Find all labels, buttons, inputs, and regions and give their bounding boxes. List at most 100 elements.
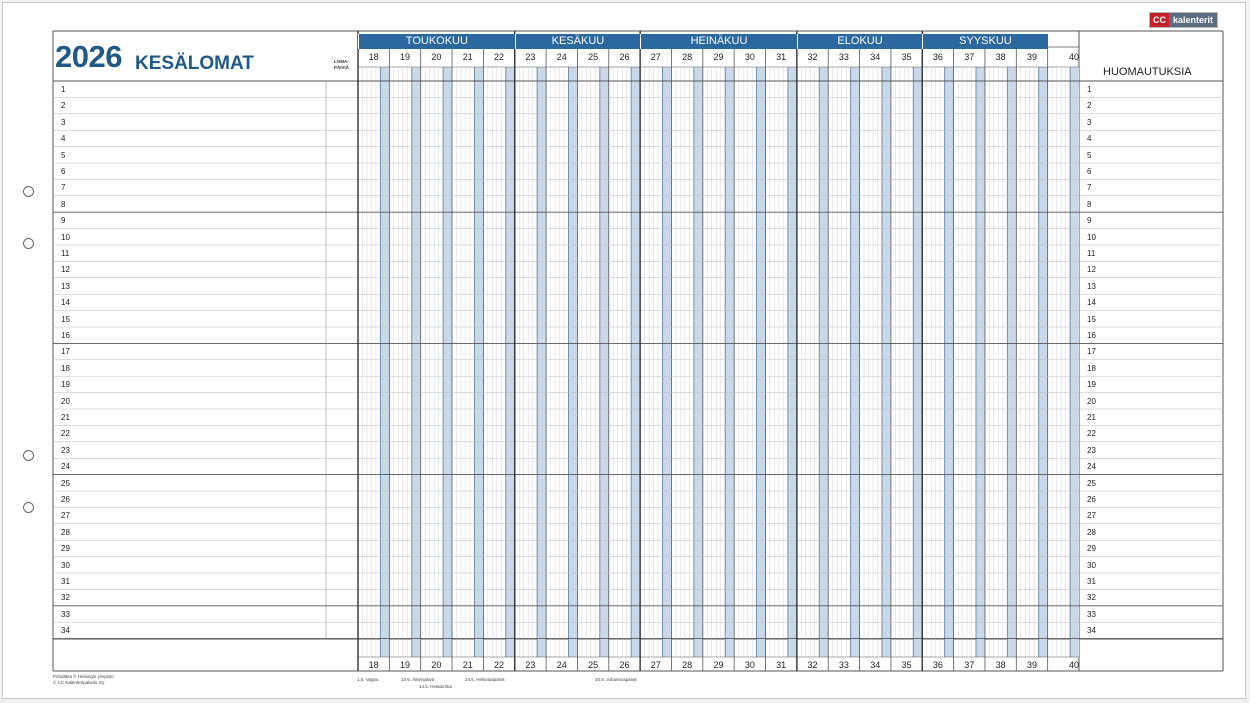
row-number-left: 32 <box>61 593 70 603</box>
row-number-right: 16 <box>1087 331 1096 340</box>
holiday-note: 24.5. Helluntaipäivä <box>465 677 505 682</box>
row-number-right: 19 <box>1087 380 1096 390</box>
week-number: 25 <box>588 660 599 670</box>
label-layer: TOUKOKUU 18 18 19 19 20 20 21 21 22 22 KESÄKUU 23 23 2… <box>3 3 1247 700</box>
week-number: 25 <box>588 52 599 62</box>
week-number: 39 <box>1026 660 1037 670</box>
week-number: 19 <box>400 52 411 62</box>
row-number-left: 33 <box>61 609 70 619</box>
row-number-left: 25 <box>61 478 70 488</box>
week-number: 30 <box>744 52 755 62</box>
week-number: 28 <box>682 660 693 670</box>
row-number-right: 6 <box>1087 167 1092 176</box>
week-number: 23 <box>525 660 536 670</box>
row-number-left: 30 <box>61 560 70 570</box>
row-number-left: 20 <box>61 396 70 406</box>
row-number-left: 28 <box>61 527 70 537</box>
month-header: HEINÄKUU <box>640 34 797 49</box>
row-number-left: 2 <box>61 101 66 111</box>
week-number: 21 <box>462 660 473 670</box>
week-number: 22 <box>494 52 505 62</box>
row-number-left: 8 <box>61 199 66 209</box>
week-number: 39 <box>1026 52 1037 62</box>
row-number-right: 24 <box>1087 462 1096 472</box>
row-number-left: 1 <box>61 85 66 94</box>
week-number: 27 <box>650 660 661 670</box>
week-number: 33 <box>838 52 849 62</box>
row-number-left: 11 <box>61 249 70 258</box>
row-number-left: 9 <box>61 216 66 226</box>
row-number-right: 13 <box>1087 281 1096 291</box>
week-number: 35 <box>901 660 912 670</box>
row-number-left: 14 <box>61 298 70 308</box>
row-number-right: 25 <box>1087 478 1096 488</box>
week-number: 34 <box>870 660 881 670</box>
week-number: 32 <box>807 52 818 62</box>
week-number: 31 <box>776 52 787 62</box>
week-number: 32 <box>807 660 818 670</box>
week-number: 35 <box>901 52 912 62</box>
row-number-right: 30 <box>1087 560 1096 570</box>
week-number: 20 <box>431 52 442 62</box>
week-number: 37 <box>964 52 975 62</box>
holiday-note: 14.5. Helatorstai <box>419 684 452 689</box>
row-number-right: 3 <box>1087 117 1092 127</box>
row-number-right: 5 <box>1087 150 1092 160</box>
row-number-right: 9 <box>1087 216 1092 226</box>
row-number-right: 8 <box>1087 199 1092 209</box>
week-number: 28 <box>682 52 693 62</box>
row-number-right: 22 <box>1087 429 1096 439</box>
row-number-left: 16 <box>61 331 70 340</box>
row-number-left: 3 <box>61 117 66 127</box>
row-number-left: 18 <box>61 363 70 373</box>
week-number: 22 <box>494 660 505 670</box>
week-number: 33 <box>838 660 849 670</box>
week-number: 36 <box>932 52 943 62</box>
month-header: ELOKUU <box>796 34 923 49</box>
row-number-right: 17 <box>1087 347 1096 357</box>
row-number-right: 28 <box>1087 527 1096 537</box>
row-number-left: 34 <box>61 626 70 636</box>
row-number-right: 10 <box>1087 232 1096 242</box>
row-number-left: 23 <box>61 445 70 455</box>
week-number: 29 <box>713 660 724 670</box>
week-number: 30 <box>744 660 755 670</box>
row-number-left: 4 <box>61 134 66 144</box>
row-number-right: 12 <box>1087 265 1096 275</box>
row-number-right: 7 <box>1087 183 1092 193</box>
week-number: 24 <box>556 660 567 670</box>
row-number-right: 26 <box>1087 495 1096 504</box>
week-number: 21 <box>462 52 473 62</box>
row-number-right: 1 <box>1087 85 1092 94</box>
week-number: 24 <box>556 52 567 62</box>
row-number-right: 11 <box>1087 249 1096 258</box>
week-number: 19 <box>400 660 411 670</box>
row-number-left: 5 <box>61 150 66 160</box>
row-number-left: 21 <box>61 413 70 422</box>
month-header: SYYSKUU <box>922 34 1048 49</box>
week-number: 29 <box>713 52 724 62</box>
week-number: 18 <box>368 660 379 670</box>
week-number: 23 <box>525 52 536 62</box>
week-number: 18 <box>368 52 379 62</box>
week-number: 34 <box>870 52 881 62</box>
row-number-right: 18 <box>1087 363 1096 373</box>
row-number-left: 6 <box>61 167 66 176</box>
row-number-right: 31 <box>1087 577 1096 586</box>
week-number: 40 <box>1069 660 1080 670</box>
row-number-right: 20 <box>1087 396 1096 406</box>
holiday-note: 1.5. Vappu <box>357 677 379 682</box>
row-number-right: 14 <box>1087 298 1096 308</box>
row-number-left: 29 <box>61 544 70 554</box>
week-number: 20 <box>431 660 442 670</box>
row-number-left: 17 <box>61 347 70 357</box>
row-number-left: 12 <box>61 265 70 275</box>
week-number: 37 <box>964 660 975 670</box>
row-number-left: 27 <box>61 511 70 521</box>
row-number-right: 33 <box>1087 609 1096 619</box>
row-number-left: 24 <box>61 462 70 472</box>
week-number: 26 <box>619 52 630 62</box>
week-number: 31 <box>776 660 787 670</box>
row-number-left: 26 <box>61 495 70 504</box>
row-number-right: 27 <box>1087 511 1096 521</box>
